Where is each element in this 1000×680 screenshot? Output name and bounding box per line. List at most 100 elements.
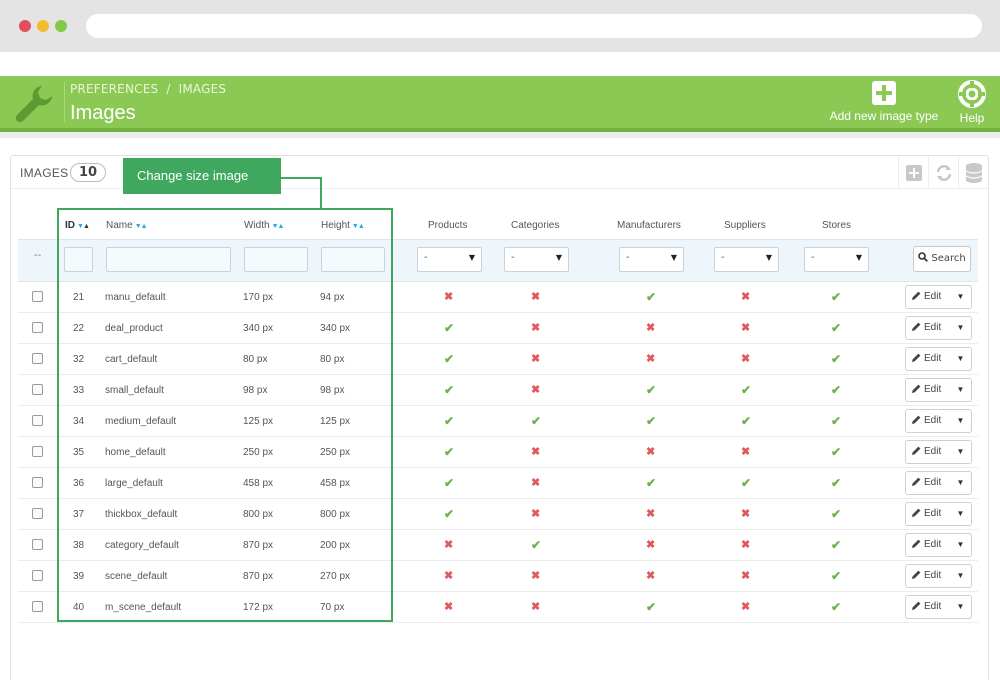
address-bar[interactable] <box>86 14 982 38</box>
row-checkbox[interactable] <box>32 601 43 612</box>
edit-button[interactable]: Edit <box>906 286 950 308</box>
edit-button[interactable]: Edit <box>906 503 950 525</box>
check-icon[interactable]: ✔ <box>444 445 454 459</box>
check-icon[interactable]: ✔ <box>444 321 454 335</box>
sort-arrows-icon[interactable]: ▼▲ <box>272 223 285 230</box>
caret-down-icon[interactable]: ▼ <box>950 410 971 432</box>
check-icon[interactable]: ✔ <box>646 383 656 397</box>
row-checkbox[interactable] <box>32 384 43 395</box>
cross-icon[interactable]: ✖ <box>444 290 453 303</box>
edit-button[interactable]: Edit <box>906 348 950 370</box>
table-row[interactable]: 37 thickbox_default 800 px 800 px ✔ ✖ ✖ ✖ ✔ Edit ▼ <box>18 499 978 530</box>
cross-icon[interactable]: ✖ <box>531 290 540 303</box>
check-icon[interactable]: ✔ <box>444 476 454 490</box>
column-header-height[interactable]: Height ▼▲ <box>321 220 365 231</box>
check-icon[interactable]: ✔ <box>646 476 656 490</box>
filter-products-select[interactable]: - ▼ <box>417 247 482 272</box>
filter-manufacturers-select[interactable]: - ▼ <box>619 247 684 272</box>
filter-categories-select[interactable]: - ▼ <box>504 247 569 272</box>
check-icon[interactable]: ✔ <box>831 414 841 428</box>
window-maximize-dot[interactable] <box>55 20 67 32</box>
table-row[interactable]: 34 medium_default 125 px 125 px ✔ ✔ ✔ ✔ ✔ Edit ▼ <box>18 406 978 437</box>
cross-icon[interactable]: ✖ <box>646 321 655 334</box>
row-checkbox[interactable] <box>32 415 43 426</box>
table-row[interactable]: 22 deal_product 340 px 340 px ✔ ✖ ✖ ✖ ✔ Edit ▼ <box>18 313 978 344</box>
check-icon[interactable]: ✔ <box>444 507 454 521</box>
cross-icon[interactable]: ✖ <box>741 569 750 582</box>
table-row[interactable]: 21 manu_default 170 px 94 px ✖ ✖ ✔ ✖ ✔ Edit ▼ <box>18 282 978 313</box>
column-header-id[interactable]: ID ▼▲ <box>65 220 90 231</box>
breadcrumb-item-preferences[interactable]: PREFERENCES <box>70 82 158 96</box>
check-icon[interactable]: ✔ <box>831 321 841 335</box>
row-checkbox[interactable] <box>32 291 43 302</box>
row-checkbox[interactable] <box>32 322 43 333</box>
column-header-name[interactable]: Name ▼▲ <box>106 220 148 231</box>
cross-icon[interactable]: ✖ <box>531 383 540 396</box>
cross-icon[interactable]: ✖ <box>741 352 750 365</box>
edit-button[interactable]: Edit <box>906 534 950 556</box>
breadcrumb-item-images[interactable]: IMAGES <box>179 82 227 96</box>
check-icon[interactable]: ✔ <box>741 414 751 428</box>
row-checkbox[interactable] <box>32 446 43 457</box>
check-icon[interactable]: ✔ <box>531 538 541 552</box>
cross-icon[interactable]: ✖ <box>741 600 750 613</box>
caret-down-icon[interactable]: ▼ <box>950 472 971 494</box>
cross-icon[interactable]: ✖ <box>531 321 540 334</box>
sort-arrows-icon[interactable]: ▼▲ <box>352 223 365 230</box>
cross-icon[interactable]: ✖ <box>444 569 453 582</box>
check-icon[interactable]: ✔ <box>444 383 454 397</box>
cross-icon[interactable]: ✖ <box>646 507 655 520</box>
edit-button[interactable]: Edit <box>906 317 950 339</box>
caret-down-icon[interactable]: ▼ <box>950 379 971 401</box>
filter-stores-select[interactable]: - ▼ <box>804 247 869 272</box>
help-button[interactable]: Help <box>952 80 992 125</box>
check-icon[interactable]: ✔ <box>831 476 841 490</box>
table-row[interactable]: 40 m_scene_default 172 px 70 px ✖ ✖ ✔ ✖ ✔ Edit ▼ <box>18 592 978 623</box>
caret-down-icon[interactable]: ▼ <box>950 286 971 308</box>
edit-button[interactable]: Edit <box>906 596 950 618</box>
edit-button[interactable]: Edit <box>906 379 950 401</box>
column-header-width[interactable]: Width ▼▲ <box>244 220 285 231</box>
search-button[interactable]: Search <box>913 246 971 272</box>
table-row[interactable]: 38 category_default 870 px 200 px ✖ ✔ ✖ ✖ ✔ Edit ▼ <box>18 530 978 561</box>
caret-down-icon[interactable]: ▼ <box>950 596 971 618</box>
sort-arrows-icon[interactable]: ▼▲ <box>77 223 90 230</box>
edit-button[interactable]: Edit <box>906 441 950 463</box>
check-icon[interactable]: ✔ <box>831 507 841 521</box>
cross-icon[interactable]: ✖ <box>646 445 655 458</box>
row-checkbox[interactable] <box>32 353 43 364</box>
check-icon[interactable]: ✔ <box>444 414 454 428</box>
cross-icon[interactable]: ✖ <box>741 290 750 303</box>
caret-down-icon[interactable]: ▼ <box>950 317 971 339</box>
check-icon[interactable]: ✔ <box>646 600 656 614</box>
table-row[interactable]: 36 large_default 458 px 458 px ✔ ✖ ✔ ✔ ✔ Edit ▼ <box>18 468 978 499</box>
check-icon[interactable]: ✔ <box>831 290 841 304</box>
table-row[interactable]: 35 home_default 250 px 250 px ✔ ✖ ✖ ✖ ✔ Edit ▼ <box>18 437 978 468</box>
filter-id-input[interactable] <box>64 247 93 272</box>
filter-name-input[interactable] <box>106 247 231 272</box>
check-icon[interactable]: ✔ <box>741 476 751 490</box>
check-icon[interactable]: ✔ <box>444 352 454 366</box>
cross-icon[interactable]: ✖ <box>741 445 750 458</box>
cross-icon[interactable]: ✖ <box>646 569 655 582</box>
table-row[interactable]: 39 scene_default 870 px 270 px ✖ ✖ ✖ ✖ ✔ Edit ▼ <box>18 561 978 592</box>
check-icon[interactable]: ✔ <box>646 414 656 428</box>
cross-icon[interactable]: ✖ <box>741 507 750 520</box>
check-icon[interactable]: ✔ <box>831 445 841 459</box>
sort-arrows-icon[interactable]: ▼▲ <box>135 223 148 230</box>
add-new-button[interactable] <box>898 156 928 189</box>
cross-icon[interactable]: ✖ <box>444 538 453 551</box>
check-icon[interactable]: ✔ <box>831 383 841 397</box>
row-checkbox[interactable] <box>32 508 43 519</box>
cross-icon[interactable]: ✖ <box>646 352 655 365</box>
caret-down-icon[interactable]: ▼ <box>950 348 971 370</box>
caret-down-icon[interactable]: ▼ <box>950 503 971 525</box>
check-icon[interactable]: ✔ <box>831 569 841 583</box>
cross-icon[interactable]: ✖ <box>531 600 540 613</box>
check-icon[interactable]: ✔ <box>646 290 656 304</box>
filter-height-input[interactable] <box>321 247 385 272</box>
window-minimize-dot[interactable] <box>37 20 49 32</box>
filter-suppliers-select[interactable]: - ▼ <box>714 247 779 272</box>
row-checkbox[interactable] <box>32 570 43 581</box>
sql-query-button[interactable] <box>958 156 988 189</box>
